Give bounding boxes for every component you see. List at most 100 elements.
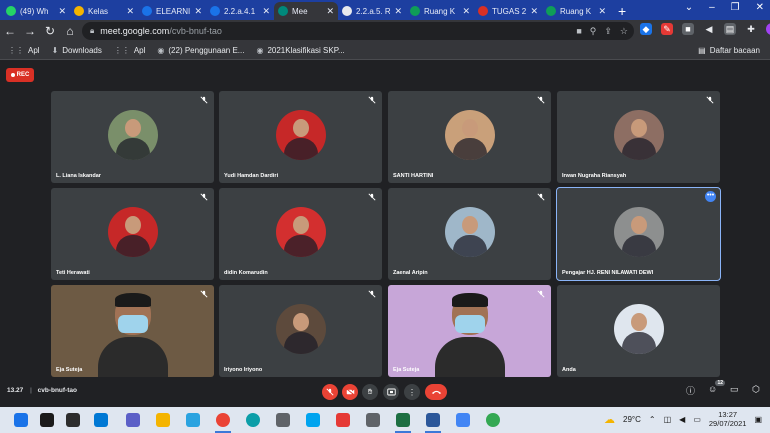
extension-icon[interactable]: ■ — [682, 23, 694, 35]
puzzle-icon[interactable]: ✚ — [745, 23, 757, 35]
more-options-button[interactable]: ⋮ — [404, 384, 420, 400]
participant-name: Anda — [562, 367, 576, 373]
close-window-icon[interactable]: ✕ — [756, 2, 764, 13]
extension-icon[interactable]: ◆ — [640, 23, 652, 35]
tab-close-icon[interactable]: ✕ — [194, 6, 202, 17]
battery-icon[interactable]: ▭ — [693, 415, 701, 424]
raise-hand-button[interactable]: ✋︎ — [362, 384, 378, 400]
file-explorer-icon[interactable] — [156, 413, 170, 427]
extension-icon[interactable]: ▤ — [724, 23, 736, 35]
chrome-icon[interactable] — [216, 413, 230, 427]
tab-close-icon[interactable]: ✕ — [58, 6, 66, 17]
browser-tab[interactable]: Mee ✕ — [274, 2, 338, 20]
url-bar[interactable]: 🔒︎ meet.google.com/cvb-bnuf-tao ■ ⚲ ⇪ ☆ — [82, 22, 634, 40]
mail-icon[interactable] — [94, 413, 108, 427]
home-icon[interactable]: ⌂ — [60, 24, 80, 38]
participant-tile[interactable]: SANTI HARTINI — [388, 91, 551, 183]
participant-name: Eja Suteja — [393, 367, 420, 373]
participant-tile[interactable]: Teti Herawati — [51, 188, 214, 280]
weather-icon[interactable]: ☁︎ — [604, 413, 615, 426]
pen-extension-icon[interactable]: ✎ — [661, 23, 673, 35]
participant-tile[interactable]: Eja Suteja — [51, 285, 214, 377]
browser-icon[interactable] — [456, 413, 470, 427]
clock[interactable]: 13:27 29/07/2021 — [709, 410, 747, 428]
participant-avatar — [444, 207, 495, 257]
camera-icon[interactable]: ■ — [576, 26, 581, 37]
task-view-icon[interactable] — [66, 413, 80, 427]
profile-avatar-icon[interactable]: • — [766, 23, 770, 35]
sound-icon[interactable]: ◀ — [703, 23, 715, 35]
mic-toggle-button[interactable] — [322, 384, 338, 400]
excel-icon[interactable] — [396, 413, 410, 427]
bookmark-item[interactable]: ⋮⋮ Apl — [8, 46, 40, 55]
forward-icon[interactable]: → — [20, 24, 40, 38]
dropdown-icon[interactable]: ⌄ — [685, 2, 693, 13]
notifications-icon[interactable]: ▣ — [754, 415, 762, 424]
telegram-icon[interactable] — [186, 413, 200, 427]
word-icon[interactable] — [426, 413, 440, 427]
zoom-icon[interactable]: ⚲ — [590, 26, 597, 37]
participant-tile[interactable]: Iriyono Iriyono — [219, 285, 382, 377]
browser-icon[interactable] — [306, 413, 320, 427]
browser-tab[interactable]: 2.2.a.5. R ✕ — [338, 2, 406, 20]
bookmark-item[interactable]: ◉ 2021Klasifikasi SKP... — [256, 46, 344, 55]
reading-list[interactable]: ▤ Daftar bacaan — [698, 46, 760, 55]
network-icon[interactable]: ◫ — [664, 415, 672, 424]
browser-tab[interactable]: TUGAS 2 ✕ — [474, 2, 542, 20]
minimize-icon[interactable]: – — [709, 2, 715, 13]
edge-icon[interactable] — [246, 413, 260, 427]
browser-tab[interactable]: Ruang K ✕ — [542, 2, 610, 20]
volume-icon[interactable]: ◀︎ — [679, 415, 685, 424]
chrome-icon[interactable] — [486, 413, 500, 427]
browser-tab[interactable]: Ruang K ✕ — [406, 2, 474, 20]
temperature[interactable]: 29°C — [623, 415, 641, 424]
new-tab-button[interactable]: + — [618, 2, 626, 20]
tab-close-icon[interactable]: ✕ — [126, 6, 134, 17]
participant-tile[interactable]: Anda — [557, 285, 720, 377]
back-icon[interactable]: ← — [0, 24, 20, 38]
participant-tile[interactable]: Eja Suteja — [388, 285, 551, 377]
share-icon[interactable]: ⇪ — [604, 26, 612, 37]
reload-icon[interactable]: ↻ — [40, 24, 60, 38]
browser-tab[interactable]: (49) Wh ✕ — [2, 2, 70, 20]
chat-icon[interactable]: ▭ — [730, 384, 742, 396]
participant-tile[interactable]: L. Liana Iskandar — [51, 91, 214, 183]
bookmark-item[interactable]: ⋮⋮ Apl — [114, 46, 146, 55]
activities-icon[interactable]: ⬡ — [752, 384, 764, 396]
browser-tab[interactable]: ELEARNI ✕ — [138, 2, 206, 20]
browser-tab[interactable]: 2.2.a.4.1 ✕ — [206, 2, 274, 20]
participant-tile[interactable]: Irwan Nugraha Riansyah — [557, 91, 720, 183]
settings-icon[interactable] — [366, 413, 380, 427]
present-button[interactable] — [383, 384, 399, 400]
camera-toggle-button[interactable] — [342, 384, 358, 400]
info-icon[interactable]: ⓘ — [686, 384, 698, 396]
bookmark-star-icon[interactable]: ☆ — [620, 26, 628, 37]
maximize-icon[interactable]: ❐ — [731, 2, 740, 13]
bookmark-item[interactable]: ⬇ Downloads — [52, 46, 102, 55]
calculator-icon[interactable] — [276, 413, 290, 427]
participant-tile[interactable]: didin Komarudin — [219, 188, 382, 280]
start-icon[interactable] — [14, 413, 28, 427]
participant-tile[interactable]: Yudi Hamdan Dardiri — [219, 91, 382, 183]
people-icon[interactable]: ☺ 12 — [708, 380, 725, 396]
tab-close-icon[interactable]: ✕ — [462, 6, 470, 17]
tab-title: Ruang K — [424, 6, 456, 16]
tray-chevron-icon[interactable]: ⌃ — [649, 415, 656, 424]
tab-favicon-icon — [478, 6, 488, 16]
paint-icon[interactable] — [336, 413, 350, 427]
tab-close-icon[interactable]: ✕ — [326, 6, 334, 17]
tab-close-icon[interactable]: ✕ — [262, 6, 270, 17]
tab-close-icon[interactable]: ✕ — [598, 6, 606, 17]
browser-tab[interactable]: Kelas ✕ — [70, 2, 138, 20]
participant-tile[interactable]: Zaenal Aripin — [388, 188, 551, 280]
participant-count-badge: 12 — [715, 380, 725, 386]
participant-tile[interactable]: ••• Pengajar HJ. RENI NILAWATI DEWI — [556, 187, 721, 281]
teams-icon[interactable] — [126, 413, 140, 427]
bookmark-item[interactable]: ◉ (22) Penggunaan E... — [157, 46, 244, 55]
tile-options-icon[interactable]: ••• — [705, 191, 716, 202]
avatar-head — [461, 216, 478, 234]
tab-close-icon[interactable]: ✕ — [394, 6, 402, 17]
search-icon[interactable] — [40, 413, 54, 427]
leave-call-button[interactable] — [425, 384, 447, 400]
tab-close-icon[interactable]: ✕ — [530, 6, 538, 17]
